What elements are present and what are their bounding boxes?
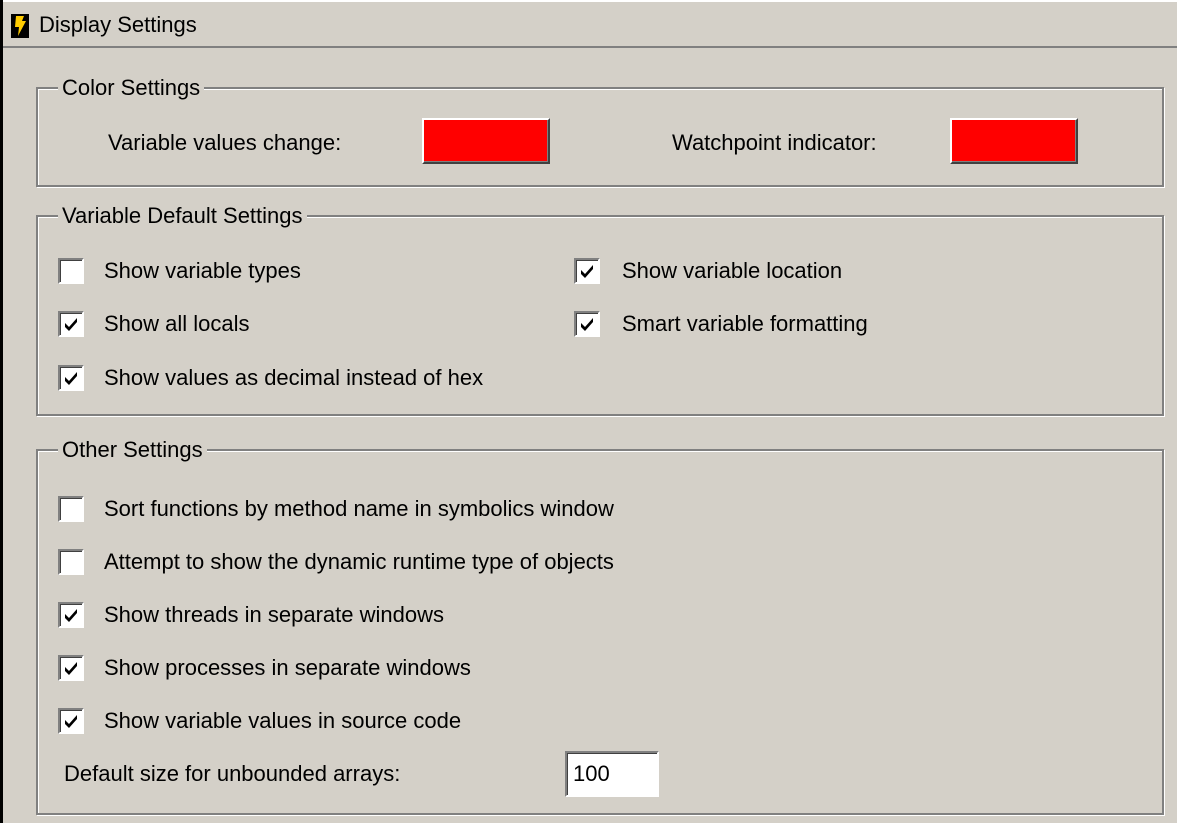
title-bar: Display Settings [3, 0, 1177, 48]
show-all-locals-label: Show all locals [104, 311, 250, 336]
dynamic-runtime-type-label: Attempt to show the dynamic runtime type… [104, 549, 614, 574]
checkmark-icon [65, 372, 77, 385]
smart-variable-formatting-checkbox[interactable] [574, 311, 600, 337]
array-size-label: Default size for unbounded arrays: [64, 761, 401, 786]
window-title: Display Settings [39, 12, 197, 37]
values-in-source-checkbox[interactable] [58, 708, 84, 734]
show-values-decimal-label: Show values as decimal instead of hex [104, 365, 484, 390]
watchpoint-indicator-color-button[interactable] [950, 118, 1078, 164]
variable-default-settings-group: Variable Default Settings Show variable … [36, 203, 1164, 416]
checkmark-icon [65, 318, 77, 331]
checkmark-icon [65, 715, 77, 728]
checkmark-icon [581, 318, 593, 331]
show-variable-location-checkbox[interactable] [574, 258, 600, 284]
show-values-decimal-checkbox[interactable] [58, 365, 84, 391]
smart-variable-formatting-label: Smart variable formatting [622, 311, 868, 336]
show-variable-types-checkbox[interactable] [58, 258, 84, 284]
threads-separate-checkbox[interactable] [58, 602, 84, 628]
checkmark-icon [65, 662, 77, 675]
display-settings-panel: Display Settings Color Settings Variable… [0, 0, 1177, 823]
dynamic-runtime-type-checkbox[interactable] [58, 549, 84, 575]
settings-app-icon [11, 14, 29, 38]
sort-functions-checkbox[interactable] [58, 496, 84, 522]
show-variable-types-label: Show variable types [104, 258, 301, 283]
array-size-input[interactable] [565, 751, 659, 797]
color-settings-group: Color Settings Variable values change: W… [36, 75, 1164, 187]
show-all-locals-checkbox[interactable] [58, 311, 84, 337]
variable-values-change-label: Variable values change: [108, 130, 342, 155]
variable-default-settings-legend: Variable Default Settings [58, 203, 307, 229]
show-variable-location-label: Show variable location [622, 258, 843, 283]
checkmark-icon [581, 265, 593, 278]
other-settings-legend: Other Settings [58, 437, 207, 463]
color-settings-legend: Color Settings [58, 75, 205, 101]
values-in-source-label: Show variable values in source code [104, 708, 462, 733]
processes-separate-checkbox[interactable] [58, 655, 84, 681]
other-settings-group: Other Settings Sort functions by method … [36, 437, 1164, 815]
checkmark-icon [65, 609, 77, 622]
threads-separate-label: Show threads in separate windows [104, 602, 444, 627]
watchpoint-indicator-label: Watchpoint indicator: [672, 130, 877, 155]
processes-separate-label: Show processes in separate windows [104, 655, 471, 680]
variable-values-change-color-button[interactable] [422, 118, 550, 164]
sort-functions-label: Sort functions by method name in symboli… [104, 496, 614, 521]
